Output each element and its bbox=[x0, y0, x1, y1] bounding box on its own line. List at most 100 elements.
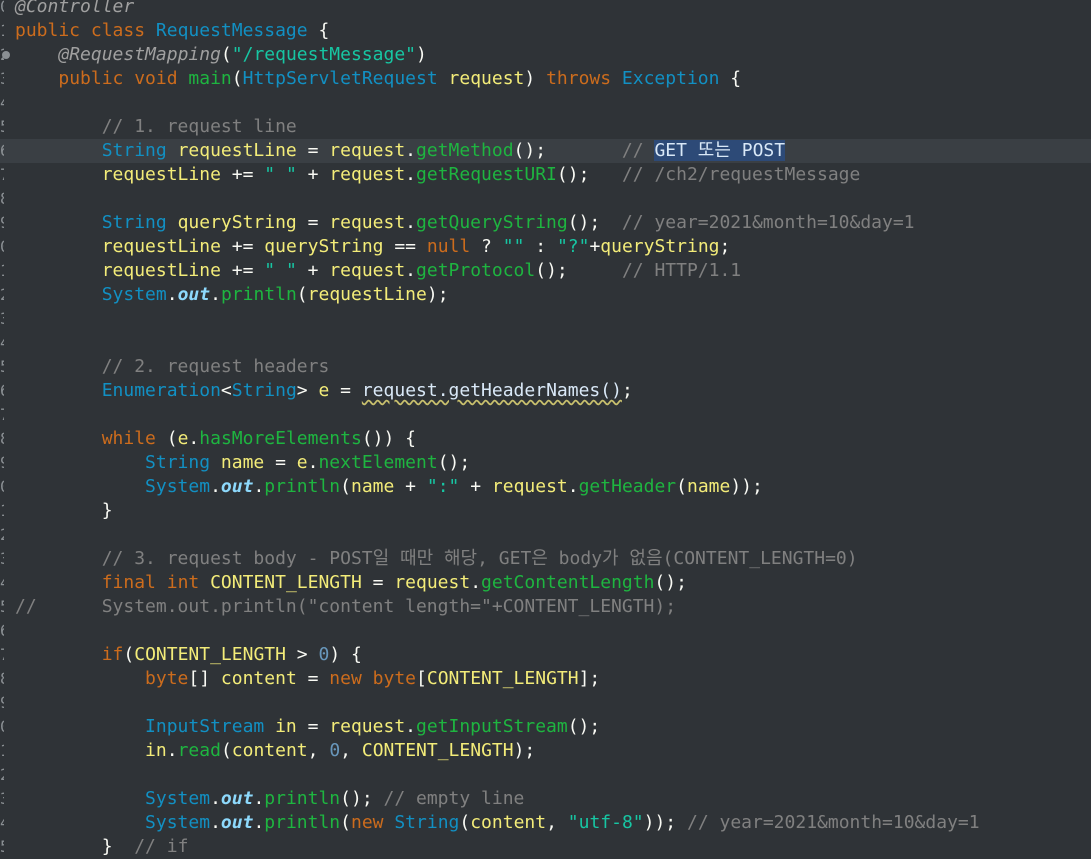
code-line[interactable]: 2 System.out.println(requestLine); bbox=[0, 283, 1091, 307]
code-token: = bbox=[296, 716, 330, 737]
code-line[interactable]: 3 public void main(HttpServletRequest re… bbox=[0, 67, 1091, 91]
code-token: = bbox=[361, 572, 395, 593]
code-line[interactable]: 2 bbox=[0, 523, 1091, 547]
code-token: content bbox=[470, 812, 547, 833]
code-token: // year=2021&month=10&day=1 bbox=[686, 812, 980, 833]
code-token: ; bbox=[719, 236, 731, 257]
code-token: byte bbox=[372, 668, 417, 689]
line-number: 4 bbox=[0, 91, 4, 115]
code-line[interactable]: 9 String queryString = request.getQueryS… bbox=[0, 211, 1091, 235]
code-token: request bbox=[329, 716, 406, 737]
code-token: System bbox=[145, 476, 211, 497]
code-line[interactable]: 3 bbox=[0, 307, 1091, 331]
code-token: getProtocol bbox=[416, 260, 536, 281]
code-text: while (e.hasMoreElements()) { bbox=[15, 427, 416, 451]
code-token: = bbox=[329, 380, 362, 401]
code-line[interactable]: 7 requestLine += " " + request.getReques… bbox=[0, 163, 1091, 187]
code-line[interactable]: 0 @Controller bbox=[0, 0, 1091, 19]
code-token: new bbox=[329, 668, 373, 689]
code-token: while bbox=[101, 428, 156, 449]
code-token: 0 bbox=[329, 740, 341, 761]
code-token: ; bbox=[621, 380, 633, 401]
fold-marker-icon[interactable] bbox=[2, 51, 10, 59]
line-number: 0 bbox=[0, 715, 4, 739]
code-token: = bbox=[264, 452, 297, 473]
code-line[interactable]: 2 @RequestMapping("/requestMessage") bbox=[0, 43, 1091, 67]
code-line[interactable]: 6 Enumeration<String> e = request.getHea… bbox=[0, 379, 1091, 403]
code-line[interactable]: 9 bbox=[0, 691, 1091, 715]
code-line[interactable]: 0 System.out.println(name + ":" + reques… bbox=[0, 475, 1091, 499]
code-token: , bbox=[340, 740, 362, 761]
code-line[interactable]: 4 bbox=[0, 91, 1091, 115]
code-line[interactable]: 1 in.read(content, 0, CONTENT_LENGTH); bbox=[0, 739, 1091, 763]
line-number: 6 bbox=[0, 619, 4, 643]
code-token: queryString bbox=[600, 236, 720, 257]
code-token: } bbox=[15, 500, 113, 521]
code-token: ) bbox=[524, 68, 547, 89]
code-line[interactable]: 8 while (e.hasMoreElements()) { bbox=[0, 427, 1091, 451]
code-line[interactable]: 8 bbox=[0, 187, 1091, 211]
code-token: ":" bbox=[426, 476, 460, 497]
code-token: requestLine bbox=[307, 284, 427, 305]
code-line[interactable]: 7 bbox=[0, 403, 1091, 427]
code-token: out bbox=[220, 476, 254, 497]
code-token: (); bbox=[556, 164, 622, 185]
code-token: String bbox=[101, 212, 178, 233]
code-line[interactable]: 6 bbox=[0, 619, 1091, 643]
code-token: // System.out.println("content length="+… bbox=[15, 596, 677, 617]
line-number: 8 bbox=[0, 667, 4, 691]
code-line[interactable]: 0 InputStream in = request.getInputStrea… bbox=[0, 715, 1091, 739]
line-number: 5 bbox=[0, 355, 4, 379]
code-editor[interactable]: 0 @Controller 1 public class RequestMessage… bbox=[0, 0, 1091, 859]
code-text: public class RequestMessage { bbox=[15, 19, 329, 43]
code-line[interactable]: 5 // 2. request headers bbox=[0, 355, 1091, 379]
line-number: 4 bbox=[0, 811, 4, 835]
line-number: 5 bbox=[0, 595, 4, 619]
code-line[interactable]: 3 System.out.println(); // empty line bbox=[0, 787, 1091, 811]
code-token: (); bbox=[437, 452, 471, 473]
code-token: ); bbox=[513, 740, 536, 761]
line-number: 7 bbox=[0, 643, 4, 667]
code-token: = bbox=[296, 140, 330, 161]
code-line[interactable]: 1 public class RequestMessage { bbox=[0, 19, 1091, 43]
code-line[interactable]: 4 System.out.println(new String(content,… bbox=[0, 811, 1091, 835]
code-token: final bbox=[101, 572, 167, 593]
code-token: . bbox=[166, 284, 178, 305]
code-token: CONTENT_LENGTH bbox=[426, 668, 579, 689]
code-line[interactable]: 0 requestLine += queryString == null ? "… bbox=[0, 235, 1091, 259]
code-line[interactable]: 8 byte[] content = new byte[CONTENT_LENG… bbox=[0, 667, 1091, 691]
code-token: // HTTP/1.1 bbox=[621, 260, 742, 281]
code-token: > bbox=[296, 380, 319, 401]
code-line[interactable]: 1 requestLine += " " + request.getProtoc… bbox=[0, 259, 1091, 283]
code-line[interactable]: 4 final int CONTENT_LENGTH = request.get… bbox=[0, 571, 1091, 595]
code-token: String bbox=[231, 380, 297, 401]
code-token: . bbox=[210, 788, 221, 809]
code-line[interactable]: 5 // 1. request line bbox=[0, 115, 1091, 139]
code-token: byte bbox=[145, 668, 189, 689]
code-text: System.out.println(requestLine); bbox=[15, 283, 449, 307]
code-text: } bbox=[15, 499, 113, 523]
code-line[interactable]: 4 bbox=[0, 331, 1091, 355]
code-token: "" bbox=[502, 236, 525, 257]
code-token: getInputStream bbox=[416, 716, 568, 737]
code-line[interactable]: 7 if(CONTENT_LENGTH > 0) { bbox=[0, 643, 1091, 667]
line-number: 6 bbox=[0, 139, 4, 163]
code-token: // if bbox=[134, 836, 189, 857]
code-line[interactable]: 1 } bbox=[0, 499, 1091, 523]
code-line[interactable]: 6 String requestLine = request.getMethod… bbox=[0, 139, 1091, 163]
code-token: request bbox=[448, 68, 525, 89]
code-line[interactable]: 2 bbox=[0, 763, 1091, 787]
code-line[interactable]: 3 // 3. request body - POST일 때만 해당, GET은… bbox=[0, 547, 1091, 571]
code-token: // year=2021&month=10&day=1 bbox=[621, 212, 915, 233]
code-token: request.getHeaderNames() bbox=[361, 380, 622, 401]
code-text: // System.out.println("content length="+… bbox=[15, 595, 676, 619]
code-line[interactable]: 9 String name = e.nextElement(); bbox=[0, 451, 1091, 475]
code-line[interactable]: 5 // System.out.println("content length="… bbox=[0, 595, 1091, 619]
code-line[interactable]: 5 } // if bbox=[0, 835, 1091, 859]
